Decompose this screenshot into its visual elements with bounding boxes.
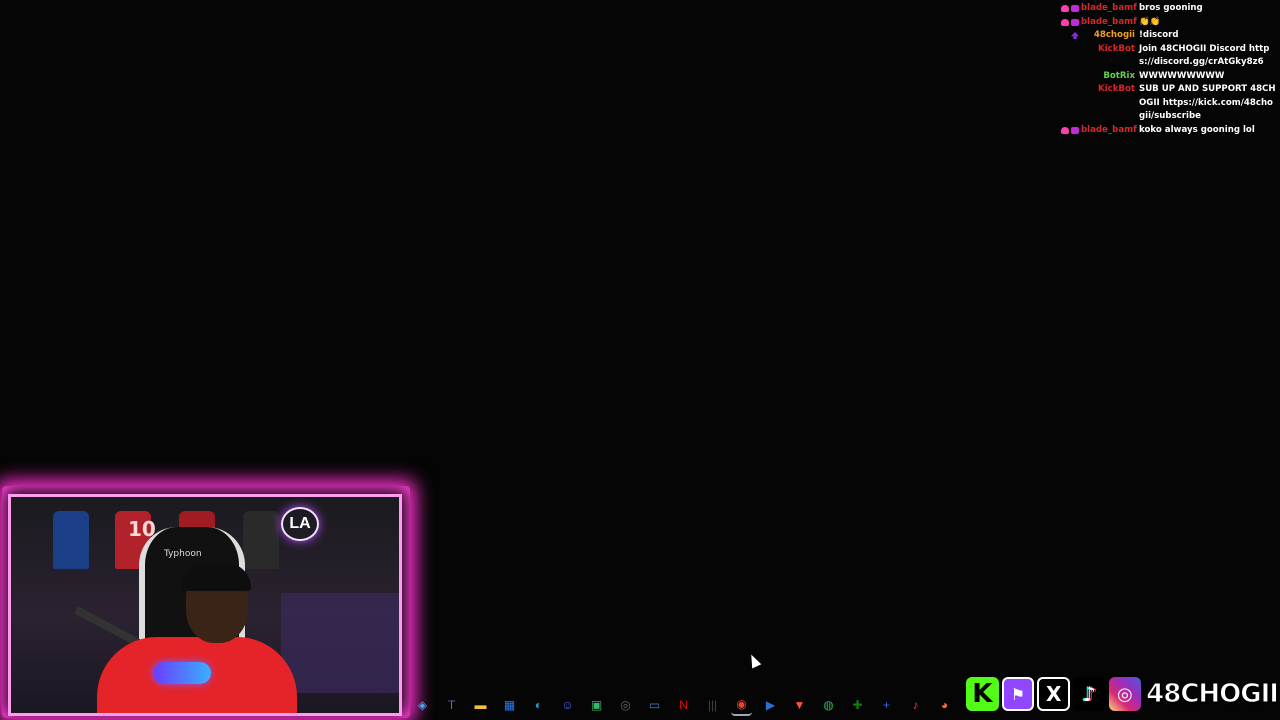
chat-message-text: SUB UP AND SUPPORT 48CHOGII https://kick… — [1139, 84, 1276, 121]
netflix-icon[interactable]: N — [673, 695, 694, 716]
chat-badges — [1052, 124, 1081, 134]
twitch-icon: ⚑ — [1001, 677, 1035, 711]
brave-icon[interactable]: ▼ — [789, 695, 810, 716]
microsoft-store-icon[interactable]: ▦ — [499, 695, 520, 716]
sub-badge-icon — [1071, 5, 1079, 12]
chat-username[interactable]: blade_bamf — [1081, 124, 1139, 138]
firefox-icon[interactable]: ◕ — [934, 695, 955, 716]
chat-message: blade_bamf koko always gooning lol — [1052, 124, 1278, 138]
x-icon: X — [1037, 677, 1071, 711]
chat-message-text: bros gooning — [1139, 3, 1203, 13]
tiktok-icon: ♪ — [1073, 677, 1106, 711]
chrome-icon[interactable]: ◉ — [731, 695, 752, 716]
chat-message-text: 👏👏 — [1139, 16, 1161, 27]
chat-message-text: koko always gooning lol — [1139, 124, 1255, 135]
file-explorer-icon[interactable]: ▬ — [470, 695, 491, 716]
heart-badge-icon — [1061, 126, 1069, 134]
webcam-feed: 10 LA Typhoon — [8, 494, 402, 716]
audio-app-icon[interactable]: ||| — [702, 695, 723, 716]
chat-message: BotRix WWWWWWWWW — [1052, 70, 1278, 84]
chat-message-text: Join 48CHOGII Discord https://discord.gg… — [1139, 43, 1270, 68]
microphone — [153, 662, 211, 684]
chat-badges — [1052, 29, 1081, 39]
chat-badges — [1052, 70, 1081, 73]
taskbar: ◈ T ▬ ▦ ◐ ☺ ▣ ◎ ▭ N ||| ◉ ▶ ▼ ◍ ✚ + ♪ ◕ — [406, 692, 966, 718]
chat-badges — [1052, 2, 1081, 12]
kick-icon: K — [966, 677, 999, 711]
chat-username[interactable]: KickBot — [1081, 43, 1139, 57]
chat-overlay: blade_bamf bros gooning blade_bamf 👏👏 48chog… — [1052, 2, 1278, 137]
chair-brand-label: Typhoon — [164, 549, 202, 559]
instagram-icon: ◎ — [1108, 677, 1142, 711]
heart-badge-icon — [1061, 18, 1069, 26]
background-wall — [281, 593, 399, 693]
teams-icon[interactable]: T — [441, 695, 462, 716]
up-badge-icon — [1071, 32, 1079, 39]
copilot-icon[interactable]: ◈ — [412, 695, 433, 716]
plus-app-icon[interactable]: + — [876, 695, 897, 716]
edge-icon[interactable]: ◐ — [528, 695, 549, 716]
chat-message: KickBot Join 48CHOGII Discord https://dis… — [1052, 43, 1278, 70]
discord-icon[interactable]: ☺ — [557, 695, 578, 716]
chat-badges — [1052, 43, 1081, 46]
xbox-icon[interactable]: ✚ — [847, 695, 868, 716]
streamer-cap — [181, 563, 251, 591]
chat-badges — [1052, 16, 1081, 26]
chat-message: KickBot SUB UP AND SUPPORT 48CHOGII https… — [1052, 83, 1278, 124]
chat-username[interactable]: blade_bamf — [1081, 16, 1139, 30]
chat-username[interactable]: blade_bamf — [1081, 2, 1139, 16]
chat-message: 48chogii !discord — [1052, 29, 1278, 43]
neon-logo: LA — [281, 507, 319, 541]
chat-message-text: !discord — [1139, 30, 1179, 40]
chat-username[interactable]: BotRix — [1081, 70, 1139, 84]
mouse-cursor-icon — [746, 652, 762, 669]
wall-jersey — [243, 511, 279, 569]
chat-message: blade_bamf 👏👏 — [1052, 16, 1278, 30]
android-app-icon[interactable]: ▣ — [586, 695, 607, 716]
stream-screen: blade_bamf bros gooning blade_bamf 👏👏 48chog… — [0, 0, 1280, 720]
chat-message: blade_bamf bros gooning — [1052, 2, 1278, 16]
sub-badge-icon — [1071, 126, 1079, 134]
chat-username[interactable]: 48chogii — [1081, 29, 1139, 43]
video-player-icon[interactable]: ▶ — [760, 695, 781, 716]
tiktok-app-icon[interactable]: ♪ — [905, 695, 926, 716]
obs-icon[interactable]: ◎ — [615, 695, 636, 716]
chat-username[interactable]: KickBot — [1081, 83, 1139, 97]
heart-badge-icon — [1061, 5, 1069, 12]
spotify-icon[interactable]: ◍ — [818, 695, 839, 716]
sub-badge-icon — [1071, 18, 1079, 26]
channel-name: 48CHOGII — [1146, 679, 1280, 710]
social-links-bar: K ⚑ X ♪ ◎ 48CHOGII — [966, 674, 1280, 714]
chat-message-text: WWWWWWWWW — [1139, 70, 1225, 81]
chat-badges — [1052, 83, 1081, 86]
window-app-icon[interactable]: ▭ — [644, 695, 665, 716]
wall-jersey — [53, 511, 89, 569]
